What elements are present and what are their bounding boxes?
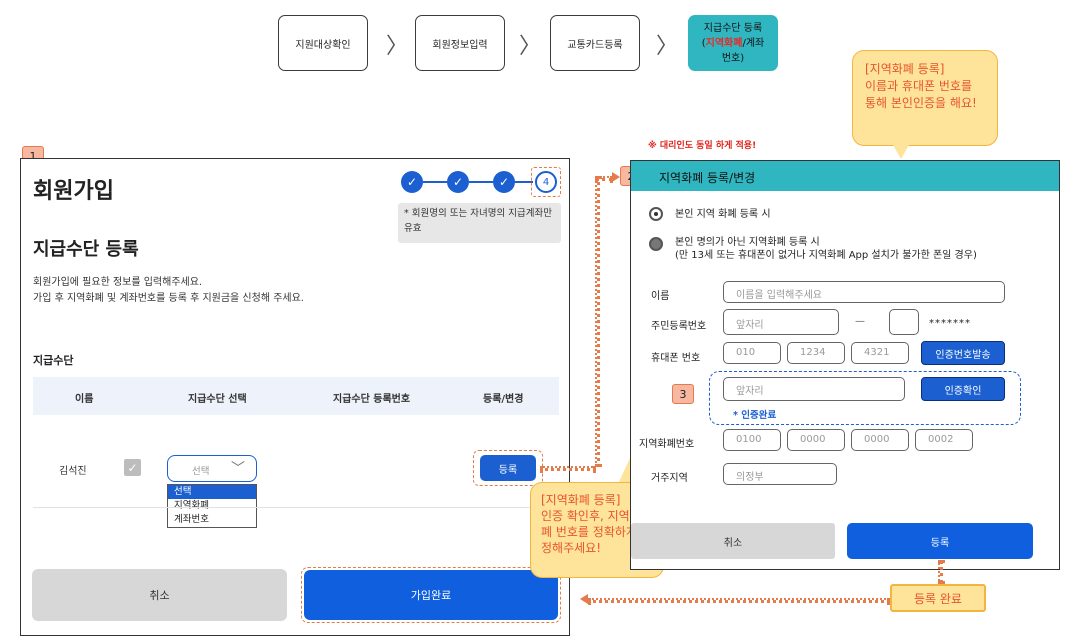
warning-text: ※ 대리인도 동일 하게 적용! xyxy=(648,141,757,151)
rrn-back-first-input[interactable] xyxy=(889,309,919,335)
row-name: 김석진 xyxy=(59,466,87,477)
rrn-front-input[interactable]: 앞자리 xyxy=(723,309,839,335)
connector-line xyxy=(588,598,890,603)
card-input-2[interactable]: 0000 xyxy=(787,429,845,451)
confirm-code-button[interactable]: 인증확인 xyxy=(921,377,1005,401)
dropdown-option-local-currency[interactable]: 지역화폐 xyxy=(168,499,256,513)
check-icon: ✓ xyxy=(447,171,469,193)
panel-header: 지역화폐 등록/변경 xyxy=(631,161,1059,191)
connector-line xyxy=(540,466,596,471)
connector-line xyxy=(595,176,600,467)
arrow-left-icon xyxy=(580,594,588,604)
callout-verify: [지역화폐 등록] 이름과 휴대폰 번호를 통해 본인인증을 해요! xyxy=(852,50,998,146)
phone-input-2[interactable]: 1234 xyxy=(787,342,845,364)
label-phone: 휴대폰 번호 xyxy=(651,353,701,364)
check-icon: ✓ xyxy=(493,171,515,193)
annotation-badge-3: 3 xyxy=(672,384,694,404)
flow-step-eligibility: 지원대상확인 xyxy=(278,15,368,71)
rrn-mask: ******* xyxy=(929,318,971,329)
label-name: 이름 xyxy=(651,291,670,302)
label-rrn: 주민등록번호 xyxy=(651,321,707,332)
flow-step-transit-card: 교통카드등록 xyxy=(550,15,640,71)
panel-cancel-button[interactable]: 취소 xyxy=(631,523,835,559)
local-currency-panel: 지역화폐 등록/변경 본인 지역 화폐 등록 시 본인 명의가 아닌 지역화폐 … xyxy=(630,160,1060,570)
payment-method-dropdown: 선택 지역화폐 계좌번호 xyxy=(167,484,257,528)
send-code-button[interactable]: 인증번호발송 xyxy=(921,341,1005,365)
label-card: 지역화폐번호 xyxy=(639,439,695,450)
register-button[interactable]: 등록 xyxy=(480,455,536,481)
verified-status: * 인증완료 xyxy=(733,410,777,421)
step-4-highlight: 4 xyxy=(531,167,561,197)
register-button-highlight: 등록 xyxy=(473,450,543,486)
dropdown-option-account[interactable]: 계좌번호 xyxy=(168,513,256,527)
page-title: 회원가입 xyxy=(33,179,114,204)
radio-other[interactable] xyxy=(649,237,663,251)
flow-step-payment-method: 지급수단 등록 (지역화폐/계좌 번호) xyxy=(688,15,778,71)
verification-code-input[interactable]: 앞자리 xyxy=(723,377,905,401)
chevron-right-icon: 〉 xyxy=(386,34,409,59)
region-input[interactable]: 의정부 xyxy=(723,463,837,485)
connector-line xyxy=(595,176,613,181)
panel-register-button[interactable]: 등록 xyxy=(847,523,1033,559)
complete-button-highlight: 가입완료 xyxy=(301,567,561,623)
registration-complete-tag: 등록 완료 xyxy=(890,584,986,612)
card-input-3[interactable]: 0000 xyxy=(851,429,909,451)
table-header: 이름 지급수단 선택 지급수단 등록번호 등록/변경 xyxy=(33,377,559,415)
flow-step-member-info: 회원정보입력 xyxy=(415,15,505,71)
step-4: 4 xyxy=(535,171,557,193)
phone-input-3[interactable]: 4321 xyxy=(851,342,909,364)
signup-panel: 회원가입 ✓ ✓ ✓ 4 * 회원명의 또는 자녀명의 지급계좌만 유효 지급수… xyxy=(20,158,570,636)
connector-line xyxy=(938,560,943,584)
step-indicator: ✓ ✓ ✓ 4 xyxy=(401,167,561,197)
radio-self[interactable] xyxy=(649,207,663,221)
card-input-4[interactable]: 0002 xyxy=(915,429,973,451)
divider xyxy=(33,507,559,508)
cancel-button[interactable]: 취소 xyxy=(32,569,287,621)
chevron-right-icon: 〉 xyxy=(519,34,542,59)
card-input-1[interactable]: 0100 xyxy=(723,429,781,451)
callout-tail xyxy=(893,145,909,159)
name-input[interactable]: 이름을 입력해주세요 xyxy=(723,281,1005,303)
complete-signup-button[interactable]: 가입완료 xyxy=(304,570,558,620)
row-checkbox[interactable]: ✓ xyxy=(124,459,141,476)
account-note: * 회원명의 또는 자녀명의 지급계좌만 유효 xyxy=(398,203,561,243)
step-connector xyxy=(469,181,493,183)
chevron-down-icon: ﹀ xyxy=(231,461,245,477)
description: 회원가입에 필요한 정보를 입력해주세요. 가입 후 지역화폐 및 계좌번호를 … xyxy=(33,277,304,304)
check-icon: ✓ xyxy=(401,171,423,193)
payment-section-label: 지급수단 xyxy=(33,354,74,367)
radio-other-label: 본인 명의가 아닌 지역화폐 등록 시 (만 13세 또는 휴대폰이 없거나 지… xyxy=(675,237,977,261)
phone-input-1[interactable]: 010 xyxy=(723,342,781,364)
payment-method-select[interactable]: 선택 ﹀ xyxy=(167,455,257,482)
dropdown-option-select[interactable]: 선택 xyxy=(168,485,256,499)
step-connector xyxy=(423,181,447,183)
arrow-right-icon xyxy=(612,172,620,182)
rrn-dash: — xyxy=(855,316,865,327)
chevron-right-icon: 〉 xyxy=(656,34,679,59)
label-region: 거주지역 xyxy=(651,473,688,484)
section-title: 지급수단 등록 xyxy=(33,239,139,260)
radio-self-label: 본인 지역 화폐 등록 시 xyxy=(675,209,771,220)
